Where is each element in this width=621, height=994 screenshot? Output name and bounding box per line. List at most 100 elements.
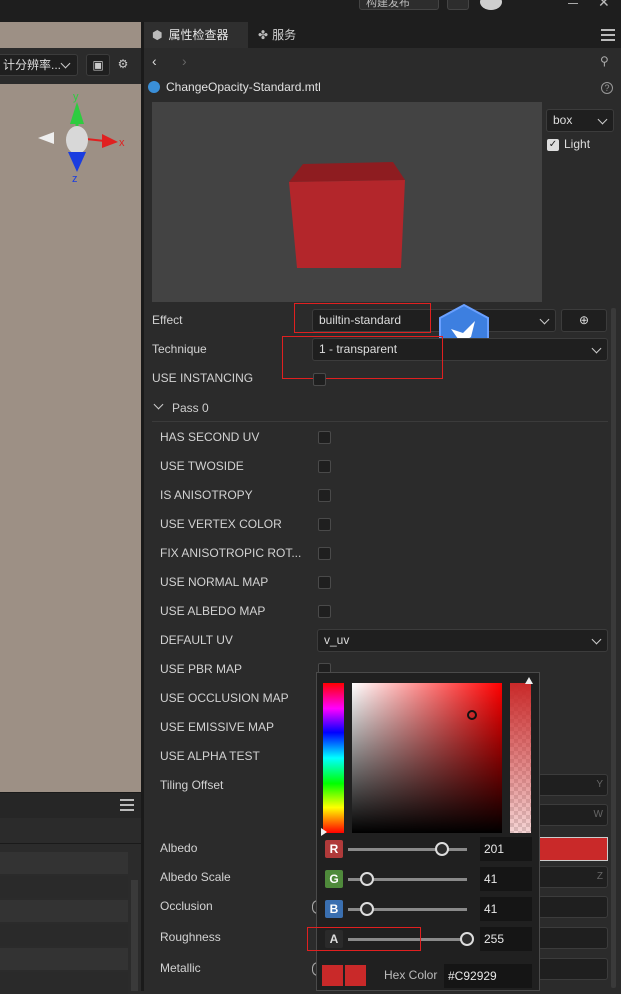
top-toolbar xyxy=(0,0,621,22)
prop-label: USE OCCLUSION MAP xyxy=(160,691,289,705)
r-value-input[interactable]: 201 xyxy=(480,837,532,861)
prop-label: USE ALBEDO MAP xyxy=(160,604,266,618)
toolbar-icon-button[interactable] xyxy=(447,0,469,10)
default-uv-select[interactable]: v_uv xyxy=(317,629,608,652)
tiling-y-input[interactable]: Y xyxy=(538,774,608,796)
tab-inspector[interactable]: ⬢ 属性检查器 xyxy=(144,22,248,48)
r-channel-tag: R xyxy=(325,840,343,858)
hex-color-label: Hex Color xyxy=(384,968,438,982)
preview-options xyxy=(542,102,614,302)
list-item[interactable] xyxy=(0,876,128,898)
highlight-box xyxy=(282,336,443,379)
use-albedo-map-checkbox[interactable] xyxy=(318,605,331,618)
gear-icon[interactable]: ⚙ xyxy=(112,54,134,76)
albedo-scale-z-input[interactable]: Z xyxy=(538,866,608,888)
prop-label: USE VERTEX COLOR xyxy=(160,517,282,531)
g-channel-tag: G xyxy=(325,870,343,888)
highlight-box xyxy=(294,303,431,333)
z-axis-label: z xyxy=(72,173,78,185)
b-value-input[interactable]: 41 xyxy=(480,897,532,921)
alpha-slider-handle[interactable] xyxy=(525,677,533,684)
close-icon[interactable]: ✕ xyxy=(598,0,610,11)
prop-label: USE EMISSIVE MAP xyxy=(160,720,275,734)
use-twoside-checkbox[interactable] xyxy=(318,460,331,473)
technique-label: Technique xyxy=(152,342,207,356)
build-publish-button[interactable]: 构建发布 xyxy=(359,0,439,10)
preview-shape-select[interactable]: box xyxy=(546,109,614,132)
light-checkbox[interactable]: ✓ xyxy=(547,139,559,151)
prop-label: DEFAULT UV xyxy=(160,633,233,647)
r-slider-knob[interactable] xyxy=(434,842,449,856)
a-slider-knob[interactable] xyxy=(460,932,474,946)
back-icon[interactable]: ‹ xyxy=(152,53,157,69)
light-label: Light xyxy=(564,137,591,151)
minimize-icon[interactable] xyxy=(568,0,578,4)
locate-icon[interactable]: ⊕ xyxy=(561,309,607,332)
alpha-slider[interactable] xyxy=(510,683,531,833)
help-icon[interactable]: ? xyxy=(601,82,613,94)
use-instancing-label: USE INSTANCING xyxy=(152,371,254,385)
list-item[interactable] xyxy=(0,924,128,946)
effect-label: Effect xyxy=(152,313,183,327)
services-icon: ✤ xyxy=(258,28,269,42)
inspector-icon: ⬢ xyxy=(152,28,163,42)
material-icon xyxy=(148,81,160,93)
forward-icon[interactable]: › xyxy=(182,53,187,69)
camera-icon[interactable]: ▣ xyxy=(86,54,110,76)
gizmo-center xyxy=(66,126,88,154)
resolution-select[interactable]: 计分辨率... xyxy=(0,54,78,76)
prop-label: Albedo xyxy=(160,841,198,855)
prop-label: USE PBR MAP xyxy=(160,662,243,676)
list-item[interactable] xyxy=(0,948,128,970)
preview-cube xyxy=(289,162,405,268)
albedo-color-swatch[interactable] xyxy=(538,837,608,861)
hierarchy-scrollbar[interactable] xyxy=(131,880,138,991)
original-color-swatch[interactable] xyxy=(322,965,343,986)
neg-x-cone xyxy=(38,132,54,144)
prop-label: Occlusion xyxy=(160,899,213,913)
prop-label: FIX ANISOTROPIC ROT... xyxy=(160,546,302,560)
occlusion-input[interactable] xyxy=(538,896,608,918)
prop-label: Metallic xyxy=(160,961,201,975)
hue-slider-handle[interactable] xyxy=(321,828,327,836)
hierarchy-menu-icon[interactable] xyxy=(120,799,134,811)
new-color-swatch[interactable] xyxy=(345,965,366,986)
z-axis-cone xyxy=(68,152,86,172)
prop-label: Roughness xyxy=(160,930,221,944)
list-item[interactable] xyxy=(0,900,128,922)
hex-color-input[interactable]: #C92929 xyxy=(444,964,532,988)
color-cursor[interactable] xyxy=(467,710,477,720)
hue-slider[interactable] xyxy=(323,683,344,833)
has-second-uv-checkbox[interactable] xyxy=(318,431,331,444)
roughness-input[interactable] xyxy=(538,927,608,949)
is-anisotropy-checkbox[interactable] xyxy=(318,489,331,502)
tiling-w-input[interactable]: W xyxy=(538,804,608,826)
use-instancing-checkbox[interactable] xyxy=(313,373,326,386)
highlight-box xyxy=(307,927,421,951)
prop-label: HAS SECOND UV xyxy=(160,430,260,444)
saturation-value-area[interactable] xyxy=(352,683,502,833)
prop-label: USE NORMAL MAP xyxy=(160,575,269,589)
metallic-input[interactable] xyxy=(538,958,608,980)
pin-icon[interactable]: ⚲ xyxy=(600,54,609,68)
list-item[interactable] xyxy=(0,852,128,874)
y-axis-cone xyxy=(70,102,84,124)
a-value-input[interactable]: 255 xyxy=(480,927,532,951)
pass-label[interactable]: Pass 0 xyxy=(172,394,209,423)
prop-label: USE ALPHA TEST xyxy=(160,749,260,763)
axis-gizmo[interactable]: y x z xyxy=(30,88,135,188)
r-slider-track[interactable] xyxy=(348,848,467,851)
prop-label: IS ANISOTROPY xyxy=(160,488,253,502)
tab-services[interactable]: ✤ 服务 xyxy=(250,22,310,48)
inspector-nav xyxy=(144,48,621,74)
use-normal-map-checkbox[interactable] xyxy=(318,576,331,589)
prop-label: USE TWOSIDE xyxy=(160,459,244,473)
use-vertex-color-checkbox[interactable] xyxy=(318,518,331,531)
divider xyxy=(152,421,608,422)
inspector-scrollbar-thumb[interactable] xyxy=(611,308,616,988)
prop-label: Tiling Offset xyxy=(160,778,224,792)
panel-divider[interactable] xyxy=(141,22,144,991)
g-value-input[interactable]: 41 xyxy=(480,867,532,891)
inspector-menu-icon[interactable] xyxy=(601,29,615,41)
fix-anisotropic-checkbox[interactable] xyxy=(318,547,331,560)
